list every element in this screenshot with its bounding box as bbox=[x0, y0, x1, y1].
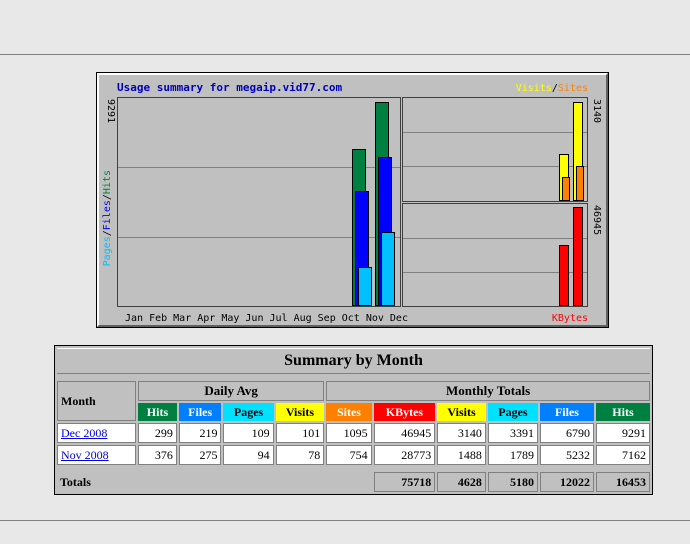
avg-pages-cell: 109 bbox=[223, 423, 274, 443]
avg-hits-cell: 299 bbox=[138, 423, 177, 443]
gridline bbox=[403, 132, 587, 133]
col-kbytes: KBytes bbox=[373, 403, 436, 421]
kbytes-axis-label: KBytes bbox=[551, 313, 588, 324]
legend-files: Files bbox=[102, 200, 113, 231]
col-pages: Pages bbox=[487, 403, 538, 421]
col-avg-pages: Pages bbox=[223, 403, 274, 421]
avg-visits-cell: 101 bbox=[275, 423, 325, 443]
month-column-header: Month bbox=[57, 381, 137, 421]
legend-separator: / bbox=[102, 194, 113, 201]
pages-bar bbox=[358, 267, 372, 306]
max-hits-label: 9291 bbox=[105, 99, 116, 124]
total-kbytes: 75718 bbox=[373, 472, 436, 492]
hits-files-pages-legend: Pages/Files/Hits bbox=[102, 170, 113, 266]
sites-cell: 1095 bbox=[326, 423, 372, 443]
sites-bar bbox=[562, 177, 570, 201]
visits-cell: 3140 bbox=[437, 423, 486, 443]
avg-visits-cell: 78 bbox=[275, 445, 325, 465]
col-visits: Visits bbox=[437, 403, 486, 421]
legend-visits: Visits bbox=[515, 83, 552, 94]
files-cell: 6790 bbox=[539, 423, 594, 443]
col-avg-files: Files bbox=[178, 403, 222, 421]
sites-cell: 754 bbox=[326, 445, 372, 465]
pages-bar bbox=[381, 232, 395, 306]
legend-sites: Sites bbox=[557, 83, 588, 94]
usage-summary-graph: Usage summary for megaip.vid77.com Visit… bbox=[96, 72, 609, 328]
sites-bar bbox=[576, 166, 584, 201]
total-hits: 16453 bbox=[595, 472, 650, 492]
bottom-divider bbox=[0, 520, 690, 521]
col-avg-hits: Hits bbox=[138, 403, 177, 421]
max-kbytes-label: 46945 bbox=[591, 205, 602, 236]
total-pages: 5180 bbox=[487, 472, 538, 492]
avg-pages-cell: 94 bbox=[223, 445, 274, 465]
legend-pages: Pages bbox=[102, 236, 113, 267]
month-axis-labels: Jan Feb Mar Apr May Jun Jul Aug Sep Oct … bbox=[125, 313, 408, 324]
month-cell: Nov 2008 bbox=[57, 445, 137, 465]
kbytes-bar bbox=[573, 207, 583, 306]
visits-sites-plot bbox=[402, 97, 588, 202]
max-visits-label: 3140 bbox=[591, 99, 602, 124]
avg-files-cell: 275 bbox=[178, 445, 222, 465]
daily-avg-header: Daily Avg bbox=[138, 381, 325, 401]
avg-files-cell: 219 bbox=[178, 423, 222, 443]
visits-sites-legend: Visits/Sites bbox=[516, 83, 588, 94]
kbytes-plot bbox=[402, 203, 588, 307]
pages-cell: 3391 bbox=[487, 423, 538, 443]
top-divider bbox=[0, 54, 690, 55]
totals-row: Totals 75718 4628 5180 12022 16453 bbox=[57, 472, 650, 492]
kbytes-cell: 46945 bbox=[373, 423, 436, 443]
totals-label: Totals bbox=[57, 472, 372, 492]
hits-cell: 7162 bbox=[595, 445, 650, 465]
legend-separator: / bbox=[102, 230, 113, 237]
month-link-nov-2008[interactable]: Nov 2008 bbox=[61, 448, 109, 462]
col-avg-visits: Visits bbox=[275, 403, 325, 421]
table-row: Dec 2008 299 219 109 101 1095 46945 3140… bbox=[57, 423, 650, 443]
col-sites: Sites bbox=[326, 403, 372, 421]
pages-cell: 1789 bbox=[487, 445, 538, 465]
monthly-totals-header: Monthly Totals bbox=[326, 381, 650, 401]
table-row: Nov 2008 376 275 94 78 754 28773 1488 17… bbox=[57, 445, 650, 465]
month-link-dec-2008[interactable]: Dec 2008 bbox=[61, 426, 107, 440]
hits-files-pages-plot bbox=[117, 97, 401, 307]
legend-hits: Hits bbox=[102, 170, 113, 195]
avg-hits-cell: 376 bbox=[138, 445, 177, 465]
col-hits: Hits bbox=[595, 403, 650, 421]
table-title: Summary by Month bbox=[57, 348, 650, 374]
hits-cell: 9291 bbox=[595, 423, 650, 443]
month-cell: Dec 2008 bbox=[57, 423, 137, 443]
total-visits: 4628 bbox=[437, 472, 486, 492]
summary-by-month-table: Summary by Month Month Daily Avg Monthly… bbox=[54, 345, 653, 495]
visits-cell: 1488 bbox=[437, 445, 486, 465]
col-files: Files bbox=[539, 403, 594, 421]
gridline bbox=[403, 238, 587, 239]
files-cell: 5232 bbox=[539, 445, 594, 465]
graph-title: Usage summary for megaip.vid77.com bbox=[117, 81, 343, 94]
total-files: 12022 bbox=[539, 472, 594, 492]
kbytes-bar bbox=[559, 245, 569, 306]
kbytes-cell: 28773 bbox=[373, 445, 436, 465]
